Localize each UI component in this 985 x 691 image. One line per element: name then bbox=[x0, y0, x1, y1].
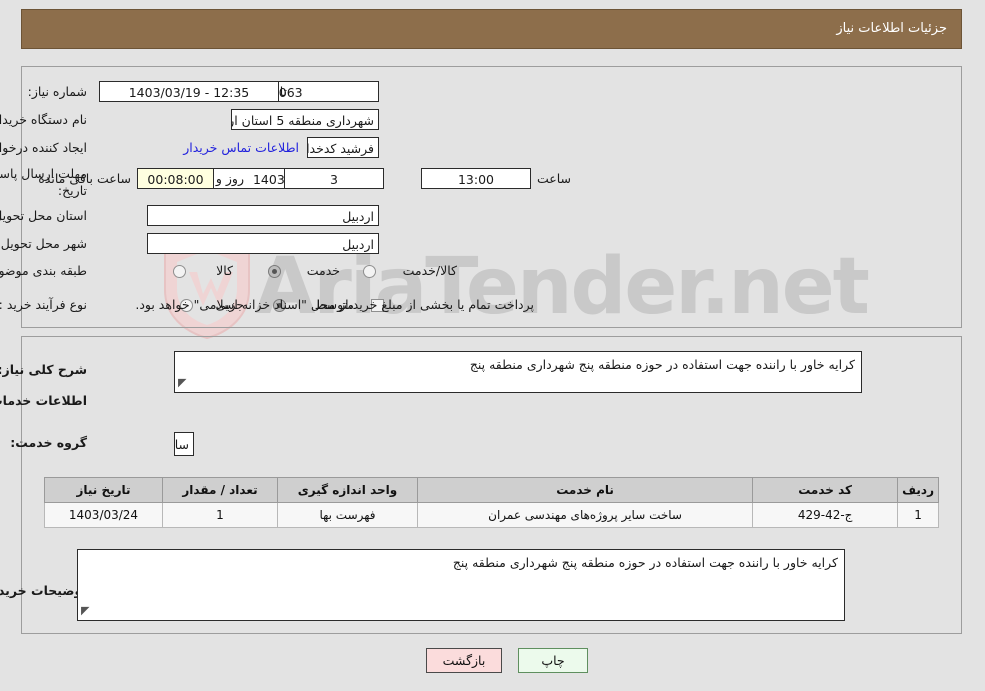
remaining-days-value: 3 bbox=[285, 168, 385, 189]
th-unit: واحد اندازه گیری bbox=[278, 477, 419, 503]
page-header: جزئیات اطلاعات نیاز bbox=[22, 9, 963, 49]
services-table: ردیف کد خدمت نام خدمت واحد اندازه گیری ت… bbox=[45, 477, 940, 528]
cell-row: 1 bbox=[898, 502, 940, 528]
requester-label: ایجاد کننده درخواست: bbox=[0, 140, 88, 155]
deadline-hour-label: ساعت bbox=[537, 171, 572, 186]
buyer-notes-textarea[interactable]: کرایه خاور با راننده جهت استفاده در حوزه… bbox=[78, 549, 846, 621]
buyer-notes-value: کرایه خاور با راننده جهت استفاده در حوزه… bbox=[453, 555, 839, 570]
remaining-time-value: 00:08:00 bbox=[138, 168, 215, 189]
deadline-hour-value: 13:00 bbox=[422, 168, 532, 189]
services-heading: اطلاعات خدمات مورد نیاز bbox=[0, 393, 88, 408]
city-value: اردبیل bbox=[148, 233, 380, 254]
radio-category-khedmat-label: خدمت bbox=[307, 263, 341, 278]
radio-category-kala-khedmat[interactable] bbox=[364, 265, 377, 278]
radio-category-kala-label: کالا bbox=[217, 263, 234, 278]
buyer-notes-label: توضیحات خریدار: bbox=[0, 583, 88, 598]
cell-name: ساخت سایر پروژه‌های مهندسی عمران bbox=[417, 502, 755, 528]
remaining-time-label: ساعت باقی مانده bbox=[39, 171, 132, 186]
announce-date-value: 12:35 - 1403/03/19 bbox=[100, 81, 280, 102]
radio-category-khedmat[interactable] bbox=[269, 265, 282, 278]
general-desc-textarea[interactable]: کرایه خاور با راننده جهت استفاده در حوزه… bbox=[175, 351, 863, 393]
cell-unit: فهرست بها bbox=[278, 502, 419, 528]
back-button[interactable]: بازگشت bbox=[427, 648, 503, 673]
buyer-org-value: شهرداری منطقه 5 استان اردبیل bbox=[232, 109, 380, 130]
general-desc-value: کرایه خاور با راننده جهت استفاده در حوزه… bbox=[470, 357, 856, 372]
table-row[interactable]: 1 ج-42-429 ساخت سایر پروژه‌های مهندسی عم… bbox=[45, 502, 940, 528]
cell-date: 1403/03/24 bbox=[45, 502, 164, 528]
cell-code: ج-42-429 bbox=[753, 502, 900, 528]
page-root: AriaTender.net جزئیات اطلاعات نیاز شماره… bbox=[0, 0, 985, 691]
need-info-panel bbox=[22, 66, 963, 328]
cell-qty: 1 bbox=[163, 502, 279, 528]
resize-grip-icon-2[interactable]: ◥ bbox=[82, 602, 90, 619]
radio-category-kala-khedmat-label: کالا/خدمت bbox=[403, 263, 458, 278]
table-header-row: ردیف کد خدمت نام خدمت واحد اندازه گیری ت… bbox=[45, 477, 940, 503]
category-label: طبقه بندی موضوعی: bbox=[0, 263, 88, 278]
remaining-days-label: روز و bbox=[216, 171, 245, 186]
page-title: جزئیات اطلاعات نیاز bbox=[837, 21, 948, 36]
general-desc-label: شرح کلی نیاز: bbox=[0, 362, 88, 377]
province-value: اردبیل bbox=[148, 205, 380, 226]
process-type-label: نوع فرآیند خرید : bbox=[0, 297, 88, 312]
th-row: ردیف bbox=[898, 477, 940, 503]
th-code: کد خدمت bbox=[753, 477, 900, 503]
radio-category-kala[interactable] bbox=[174, 265, 187, 278]
buyer-contact-link[interactable]: اطلاعات تماس خریدار bbox=[184, 140, 300, 155]
need-number-label: شماره نیاز: bbox=[28, 84, 88, 99]
service-group-value: ساختمان bbox=[175, 432, 195, 456]
service-group-label: گروه خدمت: bbox=[11, 435, 88, 450]
requester-value: فرشید کدخدا کاربرداز شهرداری منطقه 5 است… bbox=[308, 137, 380, 158]
city-label: شهر محل تحویل: bbox=[0, 236, 88, 251]
th-date: تاریخ نیاز bbox=[45, 477, 164, 503]
treasury-note-text: پرداخت تمام یا بخشی از مبلغ خرید،از محل … bbox=[136, 297, 535, 312]
buyer-org-label: نام دستگاه خریدار: bbox=[0, 112, 88, 127]
th-qty: تعداد / مقدار bbox=[163, 477, 279, 503]
province-label: استان محل تحویل: bbox=[0, 208, 88, 223]
print-button[interactable]: چاپ bbox=[519, 648, 589, 673]
resize-grip-icon[interactable]: ◥ bbox=[179, 374, 187, 391]
th-name: نام خدمت bbox=[417, 477, 755, 503]
